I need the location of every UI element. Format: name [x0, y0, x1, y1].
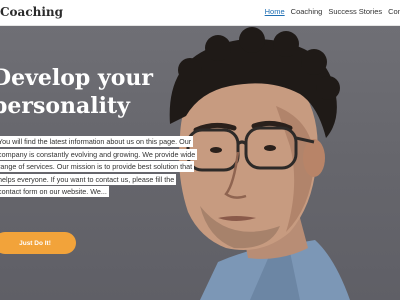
just-do-it-button[interactable]: Just Do It!: [0, 232, 76, 254]
hero-section: Develop your personality You will find t…: [0, 26, 400, 300]
hero-title-line-2: personality: [0, 93, 130, 119]
nav-item-contact[interactable]: Contact: [388, 7, 400, 16]
hero-title-line-1: Develop your: [0, 65, 153, 91]
main-nav: Home Coaching Success Stories Contact: [265, 7, 400, 16]
hero-description-text: You will find the latest information abo…: [0, 136, 198, 198]
nav-item-success-stories[interactable]: Success Stories: [328, 7, 382, 16]
hero-description: You will find the latest information abo…: [0, 136, 198, 199]
portrait-ear: [303, 139, 325, 177]
nav-item-home[interactable]: Home: [265, 7, 285, 16]
top-navbar: Coaching Home Coaching Success Stories C…: [0, 0, 400, 26]
hero-title: Develop your personality: [0, 64, 192, 120]
nav-item-coaching[interactable]: Coaching: [291, 7, 323, 16]
brand-logo-text[interactable]: Coaching: [0, 5, 63, 19]
